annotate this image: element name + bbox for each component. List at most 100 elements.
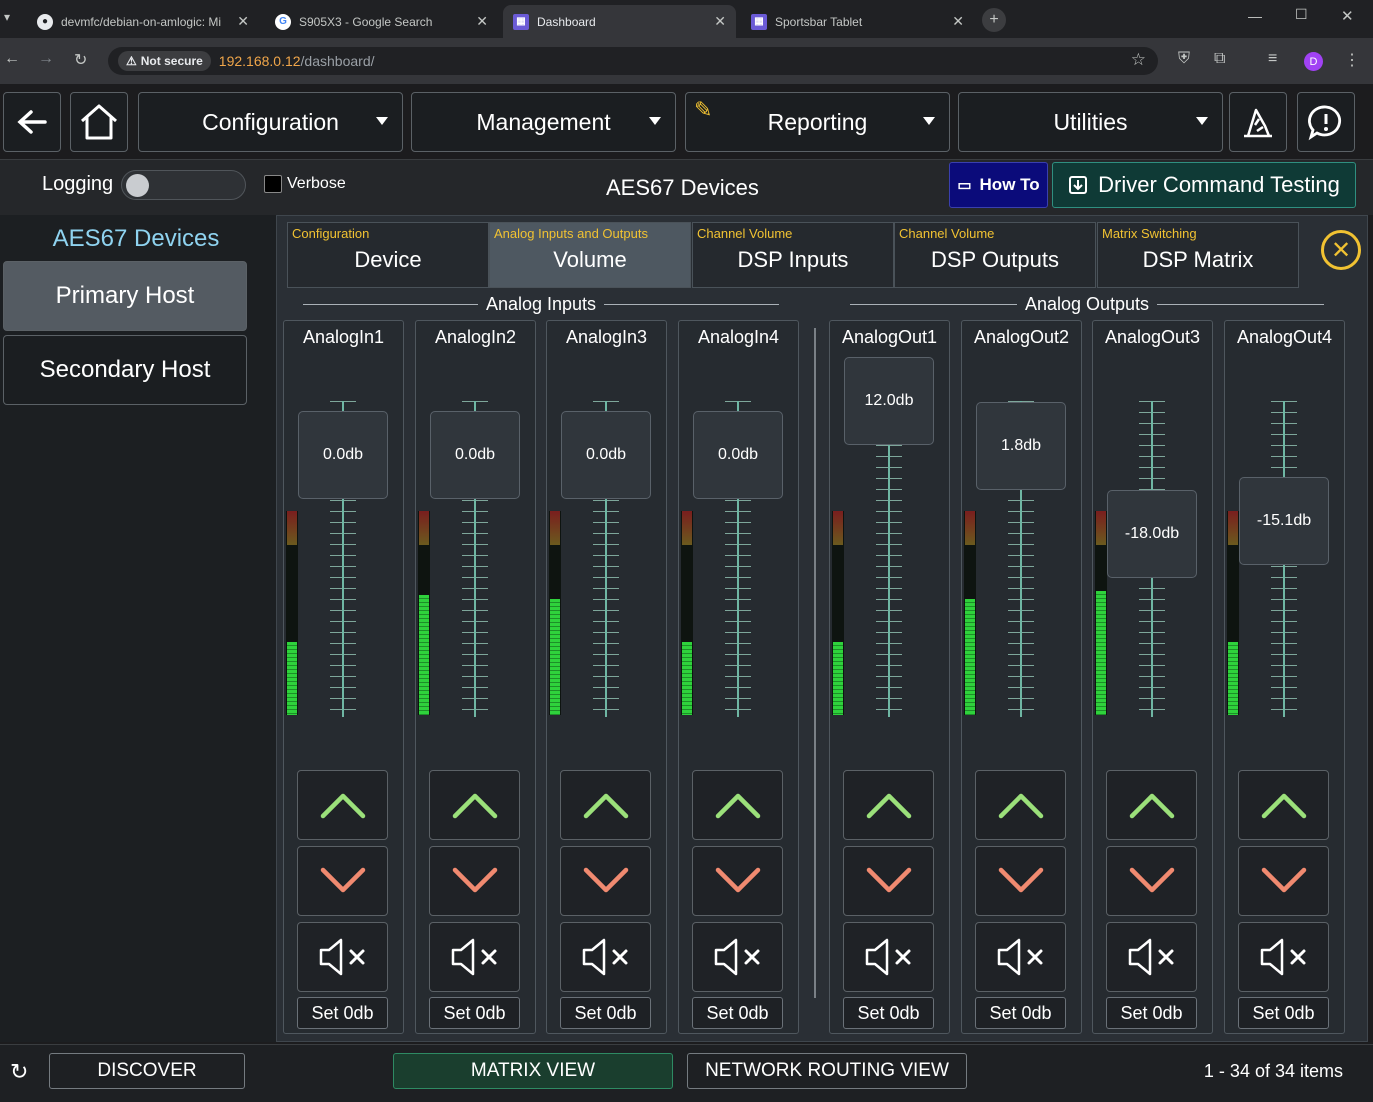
forward-icon[interactable]: → — [38, 50, 54, 68]
fader-knob[interactable]: -15.1db — [1239, 477, 1329, 565]
mute-button[interactable] — [1238, 922, 1329, 992]
channel-strip-analogout3: AnalogOut3 -18.0db Set 0db — [1092, 320, 1213, 1034]
close-tab-icon[interactable]: ✕ — [237, 13, 249, 30]
browser-menu-icon[interactable]: ⋮ — [1344, 50, 1360, 70]
set-0db-button[interactable]: Set 0db — [975, 997, 1066, 1029]
fader-knob[interactable]: 0.0db — [298, 411, 388, 499]
tab-volume[interactable]: Analog Inputs and Outputs Volume — [489, 222, 691, 288]
matrix-view-button[interactable]: MATRIX VIEW — [393, 1053, 673, 1089]
mute-button[interactable] — [297, 922, 388, 992]
fader-knob[interactable]: -18.0db — [1107, 490, 1197, 578]
secondary-host-button[interactable]: Secondary Host — [3, 335, 247, 405]
refresh-icon[interactable]: ↻ — [10, 1059, 28, 1085]
volume-up-button[interactable] — [975, 770, 1066, 840]
network-routing-view-button[interactable]: NETWORK ROUTING VIEW — [687, 1053, 967, 1089]
volume-down-button[interactable] — [692, 846, 783, 916]
fader-knob[interactable]: 0.0db — [430, 411, 520, 499]
close-tab-icon[interactable]: ✕ — [476, 13, 488, 30]
extensions-icon[interactable]: ⧉ — [1214, 50, 1225, 68]
mute-button[interactable] — [975, 922, 1066, 992]
address-bar[interactable]: ⚠ Not secure 192.168.0.12 /dashboard/ ☆ — [108, 47, 1158, 75]
minimize-button[interactable]: — — [1248, 8, 1262, 24]
bookmark-star-icon[interactable]: ☆ — [1131, 50, 1146, 70]
channel-strip-analogin1: AnalogIn1 0.0db Set 0db — [283, 320, 404, 1034]
set-0db-button[interactable]: Set 0db — [843, 997, 934, 1029]
close-tab-icon[interactable]: ✕ — [952, 13, 964, 30]
how-to-button[interactable]: ▭ How To — [949, 162, 1048, 208]
meter-peak-zone — [550, 511, 560, 545]
tab-device[interactable]: Configuration Device — [287, 222, 489, 288]
fader-knob[interactable]: 0.0db — [693, 411, 783, 499]
reload-icon[interactable]: ↻ — [74, 50, 87, 70]
new-tab-button[interactable]: + — [982, 8, 1006, 32]
mute-button[interactable] — [1106, 922, 1197, 992]
primary-host-button[interactable]: Primary Host — [3, 261, 247, 331]
back-button[interactable] — [3, 92, 61, 152]
profile-avatar[interactable]: D — [1304, 52, 1323, 71]
fader-knob[interactable]: 0.0db — [561, 411, 651, 499]
logging-toggle[interactable] — [121, 170, 246, 200]
tab-title: Volume — [553, 247, 627, 272]
mute-button[interactable] — [429, 922, 520, 992]
feedback-button[interactable] — [1297, 92, 1355, 152]
close-window-button[interactable]: ✕ — [1341, 7, 1354, 25]
browser-tab-github[interactable]: ● devmfc/debian-on-amlogic: Mi ✕ — [27, 5, 259, 38]
shield-extension-icon[interactable]: ⛨ — [1178, 50, 1190, 68]
fader-knob[interactable]: 12.0db — [844, 357, 934, 445]
driver-command-testing-button[interactable]: Driver Command Testing — [1052, 162, 1356, 208]
channel-strip-analogin3: AnalogIn3 0.0db Set 0db — [546, 320, 667, 1034]
discover-button[interactable]: DISCOVER — [49, 1053, 245, 1089]
close-panel-icon[interactable]: ✕ — [1321, 230, 1361, 270]
back-icon[interactable]: ← — [4, 50, 20, 68]
home-button[interactable] — [70, 92, 128, 152]
fader-knob[interactable]: 1.8db — [976, 402, 1066, 490]
set-0db-button[interactable]: Set 0db — [1106, 997, 1197, 1029]
mute-button[interactable] — [560, 922, 651, 992]
gain-value: 0.0db — [454, 446, 496, 463]
device-sidebar: AES67 Devices Primary Host Secondary Hos… — [0, 215, 276, 1042]
tab-dsp-outputs[interactable]: Channel Volume DSP Outputs — [894, 222, 1096, 288]
volume-down-button[interactable] — [560, 846, 651, 916]
tab-dsp-matrix[interactable]: Matrix Switching DSP Matrix — [1097, 222, 1299, 288]
set-0db-button[interactable]: Set 0db — [297, 997, 388, 1029]
level-meter — [549, 511, 561, 715]
wizard-button[interactable] — [1229, 92, 1287, 152]
set-0db-button[interactable]: Set 0db — [560, 997, 651, 1029]
speaker-mute-icon — [1260, 938, 1305, 976]
tab-search-icon[interactable]: ▾ — [4, 10, 10, 24]
browser-tab-sportsbar[interactable]: ▦ Sportsbar Tablet ✕ — [741, 5, 974, 38]
volume-up-button[interactable] — [843, 770, 934, 840]
volume-down-button[interactable] — [975, 846, 1066, 916]
set-0db-button[interactable]: Set 0db — [692, 997, 783, 1029]
volume-up-button[interactable] — [692, 770, 783, 840]
set-0db-button[interactable]: Set 0db — [1238, 997, 1329, 1029]
browser-tab-google[interactable]: G S905X3 - Google Search ✕ — [265, 5, 498, 38]
reporting-menu[interactable]: ✎ Reporting — [685, 92, 950, 152]
volume-up-button[interactable] — [429, 770, 520, 840]
configuration-menu[interactable]: Configuration — [138, 92, 403, 152]
maximize-button[interactable]: ☐ — [1295, 6, 1308, 23]
tab-dsp-inputs[interactable]: Channel Volume DSP Inputs — [692, 222, 894, 288]
volume-down-button[interactable] — [297, 846, 388, 916]
browser-tab-dashboard[interactable]: ▦ Dashboard ✕ — [503, 5, 736, 38]
media-icon[interactable]: ≡ — [1268, 50, 1277, 68]
utilities-menu[interactable]: Utilities — [958, 92, 1223, 152]
volume-up-button[interactable] — [1238, 770, 1329, 840]
close-tab-icon[interactable]: ✕ — [714, 13, 726, 30]
fader-track[interactable] — [888, 401, 890, 717]
mute-button[interactable] — [692, 922, 783, 992]
volume-up-button[interactable] — [560, 770, 651, 840]
gain-value: -18.0db — [1124, 525, 1180, 542]
volume-down-button[interactable] — [1106, 846, 1197, 916]
volume-up-button[interactable] — [1106, 770, 1197, 840]
chevron-up-icon — [1129, 793, 1174, 819]
mute-button[interactable] — [843, 922, 934, 992]
management-menu[interactable]: Management — [411, 92, 676, 152]
volume-down-button[interactable] — [1238, 846, 1329, 916]
set-0db-button[interactable]: Set 0db — [429, 997, 520, 1029]
security-chip[interactable]: ⚠ Not secure — [118, 51, 211, 71]
volume-up-button[interactable] — [297, 770, 388, 840]
verbose-checkbox[interactable] — [264, 175, 282, 193]
volume-down-button[interactable] — [843, 846, 934, 916]
volume-down-button[interactable] — [429, 846, 520, 916]
